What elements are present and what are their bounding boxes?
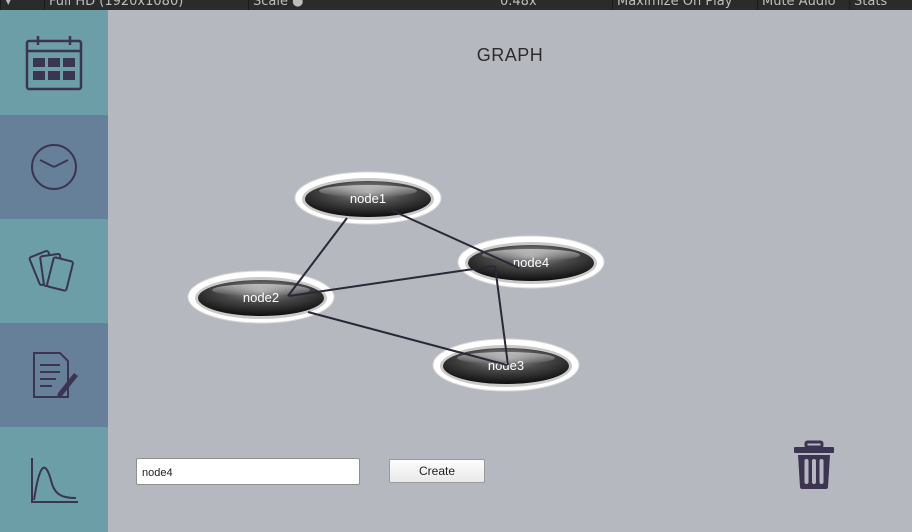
chart-icon [31,457,78,503]
stats-toggle[interactable]: Stats [849,0,887,10]
graph-panel: GRAPH node1node2node3node4 Create [108,10,912,532]
graph-edge-node2-node3 [307,311,508,366]
graph-canvas: node1node2node3node4 [187,171,605,392]
sidebar-item-notes[interactable] [0,323,108,427]
sidebar-item-calendar[interactable] [0,10,108,115]
scale-slider-handle-icon[interactable]: ● [292,0,303,9]
maximize-on-play-toggle[interactable]: Maximize On Play [612,0,732,10]
graph-node-node2[interactable]: node2 [187,270,335,324]
mute-audio-toggle[interactable]: Mute Audio [757,0,836,10]
sidebar-item-clock[interactable] [0,115,108,219]
resolution-dropdown[interactable]: Full HD (1920x1080) [44,0,183,10]
node-name-input[interactable] [136,458,360,485]
sidebar-item-chart[interactable] [0,427,108,532]
scale-label: Scale ● [248,0,303,10]
toolbar-dropdown-arrow[interactable]: ▾ [0,0,12,10]
graph-node-label: node1 [350,191,386,206]
trash-icon[interactable] [792,440,836,490]
calendar-icon [25,35,83,90]
sidebar-item-cards[interactable] [0,219,108,323]
cards-icon [28,249,74,292]
graph-node-node1[interactable]: node1 [294,171,442,225]
clock-icon [31,144,77,190]
editor-toolbar: ▾ Full HD (1920x1080) Scale ● 0.48x Maxi… [0,0,912,10]
graph-node-label: node2 [243,290,279,305]
sidebar-nav [0,10,108,532]
graph-node-node4[interactable]: node4 [457,235,605,289]
create-button[interactable]: Create [389,459,485,483]
notes-icon [33,352,78,398]
scale-value: 0.48x [500,0,537,9]
